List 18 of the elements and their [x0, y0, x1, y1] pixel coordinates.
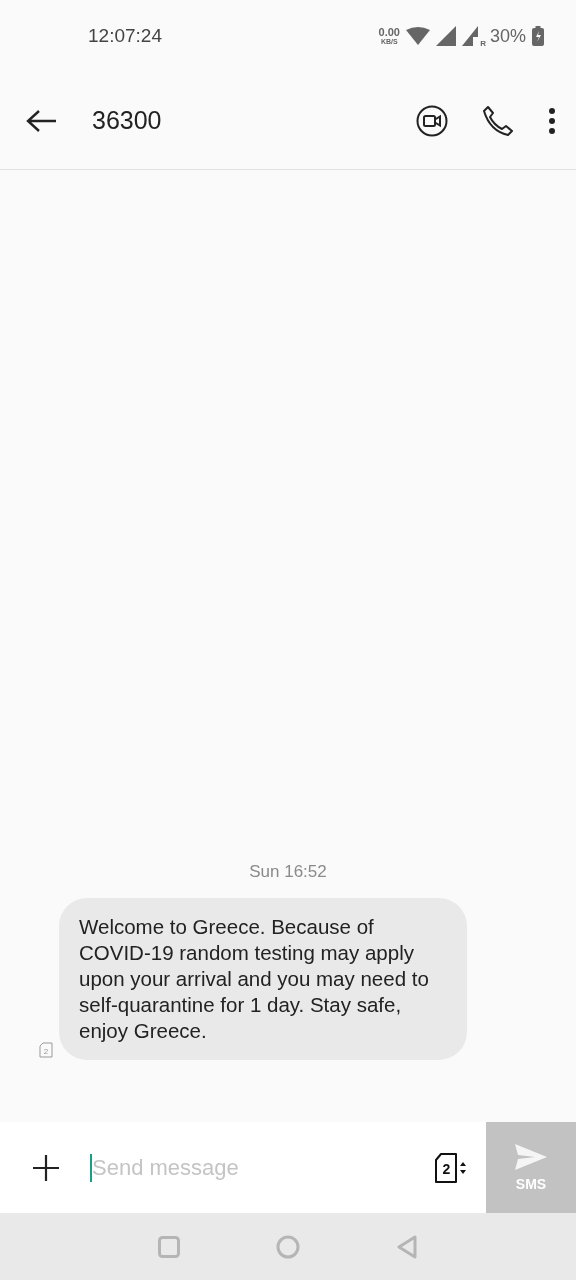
battery-percent: 30%	[489, 25, 526, 47]
wifi-icon	[405, 27, 430, 45]
back-arrow-icon[interactable]	[26, 108, 58, 133]
network-speed: 0.00	[378, 27, 400, 38]
roaming-indicator: R	[480, 39, 486, 48]
message-input-field[interactable]: Send message	[92, 1154, 392, 1181]
send-icon	[515, 1143, 547, 1170]
phone-icon[interactable]	[482, 104, 514, 137]
battery-charging-icon	[532, 26, 544, 46]
video-call-icon[interactable]	[416, 104, 448, 137]
status-time: 12:07:24	[88, 25, 162, 47]
signal-icon	[435, 26, 456, 46]
more-options-icon[interactable]	[548, 106, 556, 135]
contact-number: 36300	[92, 106, 162, 135]
message-timestamp: Sun 16:52	[249, 862, 327, 882]
sim-card-icon: 2	[38, 1042, 54, 1058]
message-bubble: Welcome to Greece. Because of COVID-19 random testing may apply upon your arrival and you may need to self-quarantine for 1 day. Stay safe, enjoy Greece.	[59, 898, 467, 1060]
plus-icon[interactable]	[32, 1153, 60, 1182]
